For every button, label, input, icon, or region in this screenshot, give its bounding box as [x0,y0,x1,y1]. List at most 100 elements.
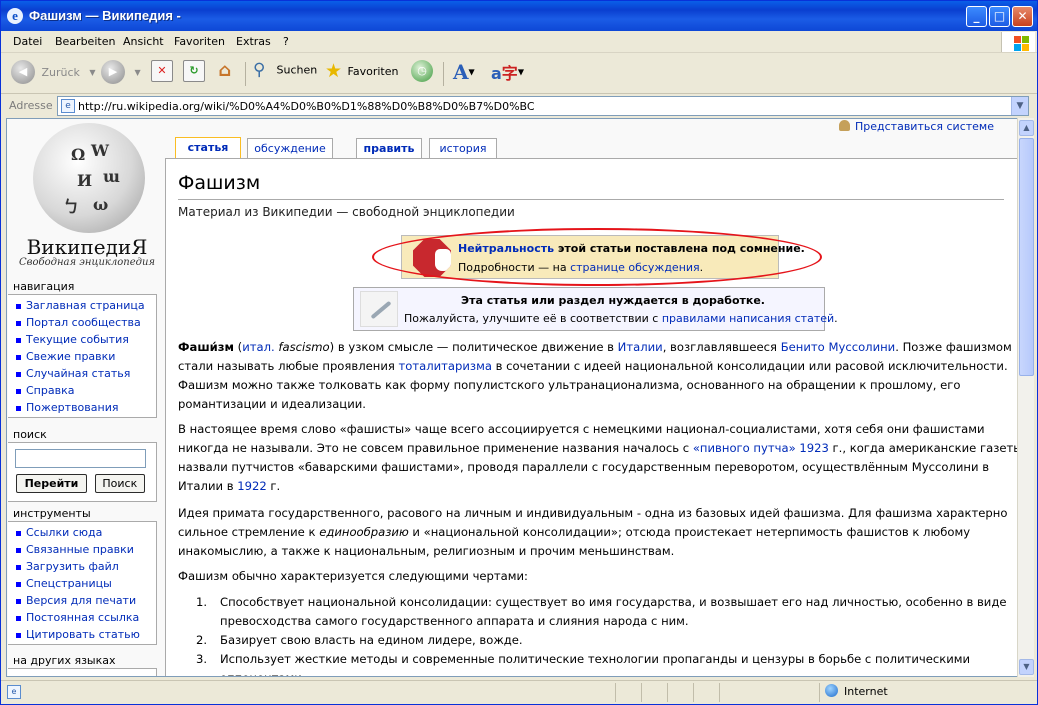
tab-discussion[interactable]: обсуждение [247,138,333,158]
vertical-scrollbar[interactable]: ▲ ▼ [1017,118,1034,677]
tools-special-pages[interactable]: Спецстраницы [12,575,152,592]
encoding-icon: a字 [491,64,518,83]
maximize-button[interactable]: □ [989,6,1010,27]
menu-ansicht[interactable]: Ansicht [123,35,164,48]
tab-history[interactable]: история [429,138,497,158]
tab-article[interactable]: статья [175,137,241,159]
totalitarianism-link[interactable]: тоталитаризма [399,359,492,373]
list-text: оппонентами. [220,669,1008,676]
login-link[interactable]: Представиться системе [839,120,994,133]
list-text: превосходства самого государственного ап… [220,614,689,628]
close-button[interactable]: ✕ [1012,6,1033,27]
user-icon [839,120,850,131]
nav-random-article[interactable]: Случайная статья [12,365,152,382]
zone-label: Internet [844,685,888,698]
nav-main-page[interactable]: Заглавная страница [12,297,152,314]
languages-portlet: на других языках [8,654,157,676]
cleanup-notice-line1: Эта статья или раздел нуждается в дорабо… [461,294,765,307]
wikipedia-logo[interactable]: ΩW Иɯ ㄅω ВикипедиЯ Свободная энциклопеди… [17,123,157,273]
scroll-thumb[interactable] [1019,138,1034,376]
nav-current-events[interactable]: Текущие события [12,331,152,348]
go-button[interactable]: Перейти [16,474,87,493]
menu-datei[interactable]: Datei [13,35,42,48]
back-arrow-icon: ◀ [11,60,35,84]
tab-edit[interactable]: править [356,138,422,158]
italian-link[interactable]: итал. [242,340,275,354]
menu-bar: Datei Bearbeiten Ansicht Favoriten Extra… [1,31,1037,53]
list-number: 1. [196,595,208,609]
search-portlet: поиск Перейти Поиск [8,428,157,502]
features-list: 1. Способствует национальной консолидации… [178,593,1008,676]
p1-text: , возглавлявшееся [662,340,781,354]
p3-text: и «национальной консолидации»; отсюда пр… [408,525,971,539]
menu-help[interactable]: ? [283,35,289,48]
nav-community-portal[interactable]: Портал сообщества [12,314,152,331]
search-button[interactable]: ⚲ Suchen [253,60,317,88]
scroll-down-icon[interactable]: ▼ [1019,659,1034,675]
writing-rules-link[interactable]: правилами написания статей [662,312,834,325]
address-dropdown-icon[interactable]: ▼ [1011,97,1028,115]
encoding-button[interactable]: a字▼ [491,60,524,88]
beer-hall-putsch-link[interactable]: «пивного путча» 1923 [693,441,829,455]
nav-help[interactable]: Справка [12,382,152,399]
notice2-line2-post: . [834,312,838,325]
tools-upload-file[interactable]: Загрузить файл [12,558,152,575]
p1-text: . Позже фашизмом [895,340,1012,354]
windows-flag-icon [1001,32,1035,52]
status-bar: e Internet [1,680,1037,704]
ie-icon: e [7,8,23,24]
nav-recent-changes[interactable]: Свежие правки [12,348,152,365]
home-button[interactable]: ⌂ [214,60,236,88]
favorites-label: Favoriten [347,64,399,78]
tools-related-changes[interactable]: Связанные правки [12,541,152,558]
search-title: поиск [13,428,47,441]
nav-title: навигация [13,280,75,293]
year-1922-link[interactable]: 1922 [237,479,267,493]
tools-permanent-link[interactable]: Постоянная ссылка [12,609,152,626]
nav-donate[interactable]: Пожертвования [12,399,152,416]
back-dropdown-icon[interactable]: ▼ [89,68,95,77]
globe-icon: ΩW Иɯ ㄅω [33,123,145,233]
font-a-icon: A [453,60,469,84]
history-icon: ◷ [411,60,433,82]
cleanup-notice-line2: Пожалуйста, улучшите её в соответствии с… [404,312,838,325]
tools-cite-article[interactable]: Цитировать статью [12,626,152,643]
p1-text: ( [233,340,243,354]
address-input[interactable]: e http://ru.wikipedia.org/wiki/%D0%A4%D0… [57,96,1029,116]
menu-bearbeiten[interactable]: Bearbeiten [55,35,115,48]
encoding-dropdown-icon: ▼ [517,67,524,77]
history-button[interactable]: ◷ [411,60,433,88]
font-dropdown-icon: ▼ [468,67,475,77]
stop-icon: ✕ [151,60,173,82]
p1-text: стали называть любые проявления [178,359,399,373]
search-submit-button[interactable]: Поиск [94,474,145,493]
notice2-line2-pre: Пожалуйста, улучшите её в соответствии с [404,312,662,325]
forward-dropdown-icon[interactable]: ▼ [135,68,141,77]
tools-printable-version[interactable]: Версия для печати [12,592,152,609]
title-bar[interactable]: e Фашизм — Википедия - _ □ ✕ [1,1,1037,31]
menu-extras[interactable]: Extras [236,35,271,48]
forward-button[interactable]: ▶ ▼ [101,60,141,88]
font-size-button[interactable]: A▼ [453,60,475,88]
minimize-button[interactable]: _ [966,6,987,27]
favorites-button[interactable]: ★ Favoriten [325,60,398,88]
highlight-ellipse [372,228,822,286]
tools-what-links-here[interactable]: Ссылки сюда [12,524,152,541]
cleanup-notice: Эта статья или раздел нуждается в дорабо… [353,287,838,331]
toolbar: ◀ Zurück ▼ ▶ ▼ ✕ ↻ ⌂ ⚲ Suchen ★ Favorite… [1,54,1037,94]
site-subtitle: Материал из Википедии — свободной энцикл… [178,205,515,219]
italy-link[interactable]: Италии [618,340,663,354]
list-number: 2. [196,633,208,647]
back-button[interactable]: ◀ Zurück ▼ [11,60,96,88]
refresh-button[interactable]: ↻ [183,60,205,88]
page-icon: e [61,99,75,113]
menu-favoriten[interactable]: Favoriten [174,35,225,48]
p2-line1: В настоящее время слово «фашисты» чаще в… [178,422,985,436]
mussolini-link[interactable]: Бенито Муссолини [781,340,896,354]
stop-button[interactable]: ✕ [151,60,173,88]
p3-line1: Идея примата государственного, расового … [178,506,1008,520]
p3-italic: единообразию [319,525,409,539]
nav-portlet: навигация Заглавная страница Портал сооб… [8,280,157,418]
search-input[interactable] [15,449,146,468]
scroll-up-icon[interactable]: ▲ [1019,120,1034,136]
